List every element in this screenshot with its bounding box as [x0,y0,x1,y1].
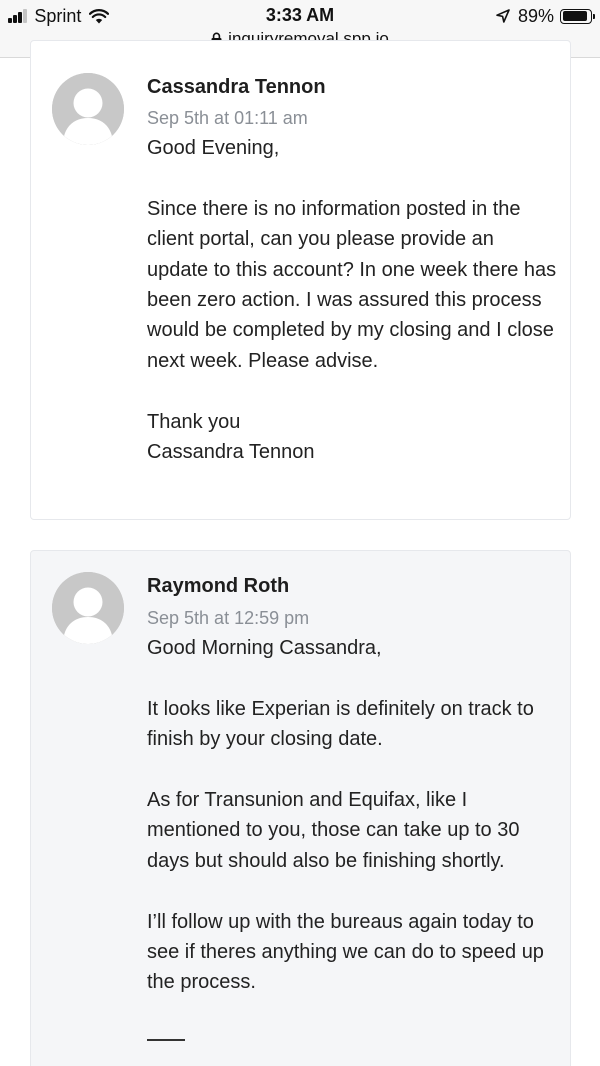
comment-card: Cassandra Tennon Sep 5th at 01:11 am Goo… [30,40,571,520]
comment-paragraph: Good Morning Cassandra, [147,637,382,659]
battery-icon [560,8,595,24]
status-left: Sprint [8,5,110,27]
comment-paragraph: It looks like Experian is definitely on … [147,697,534,751]
comment-paragraph: Good Evening, [147,137,280,159]
user-placeholder-icon [52,73,124,145]
avatar [52,572,124,644]
signature-divider [147,1039,185,1041]
comment-author: Raymond Roth [147,575,290,597]
comment-paragraph: Since there is no information posted in … [147,197,557,372]
carrier-name: Sprint [34,5,82,26]
cellular-signal-icon [8,9,28,23]
user-placeholder-icon [52,572,124,644]
comment-date: Sep 5th at 12:59 pm [147,608,310,628]
comment-card: Raymond Roth Sep 5th at 12:59 pm Good Mo… [30,550,571,1066]
location-arrow-icon [496,9,510,23]
comment-paragraph: As for Transunion and Equifax, like I me… [147,789,520,872]
wifi-icon [89,8,110,24]
comment-paragraph: I’ll follow up with the bureaus again to… [147,910,544,994]
battery-fill [562,11,587,21]
comment-body: Good Morning Cassandra, It looks like Ex… [147,633,557,998]
status-right: 89% [496,5,595,27]
comment-author: Cassandra Tennon [147,76,326,98]
battery-percent: 89% [517,5,554,26]
comment-date: Sep 5th at 01:11 am [147,108,308,128]
avatar [52,73,124,145]
comment-paragraph: Thank you Cassandra Tennon [147,410,315,464]
comment-body: Good Evening, Since there is no informat… [147,133,557,467]
